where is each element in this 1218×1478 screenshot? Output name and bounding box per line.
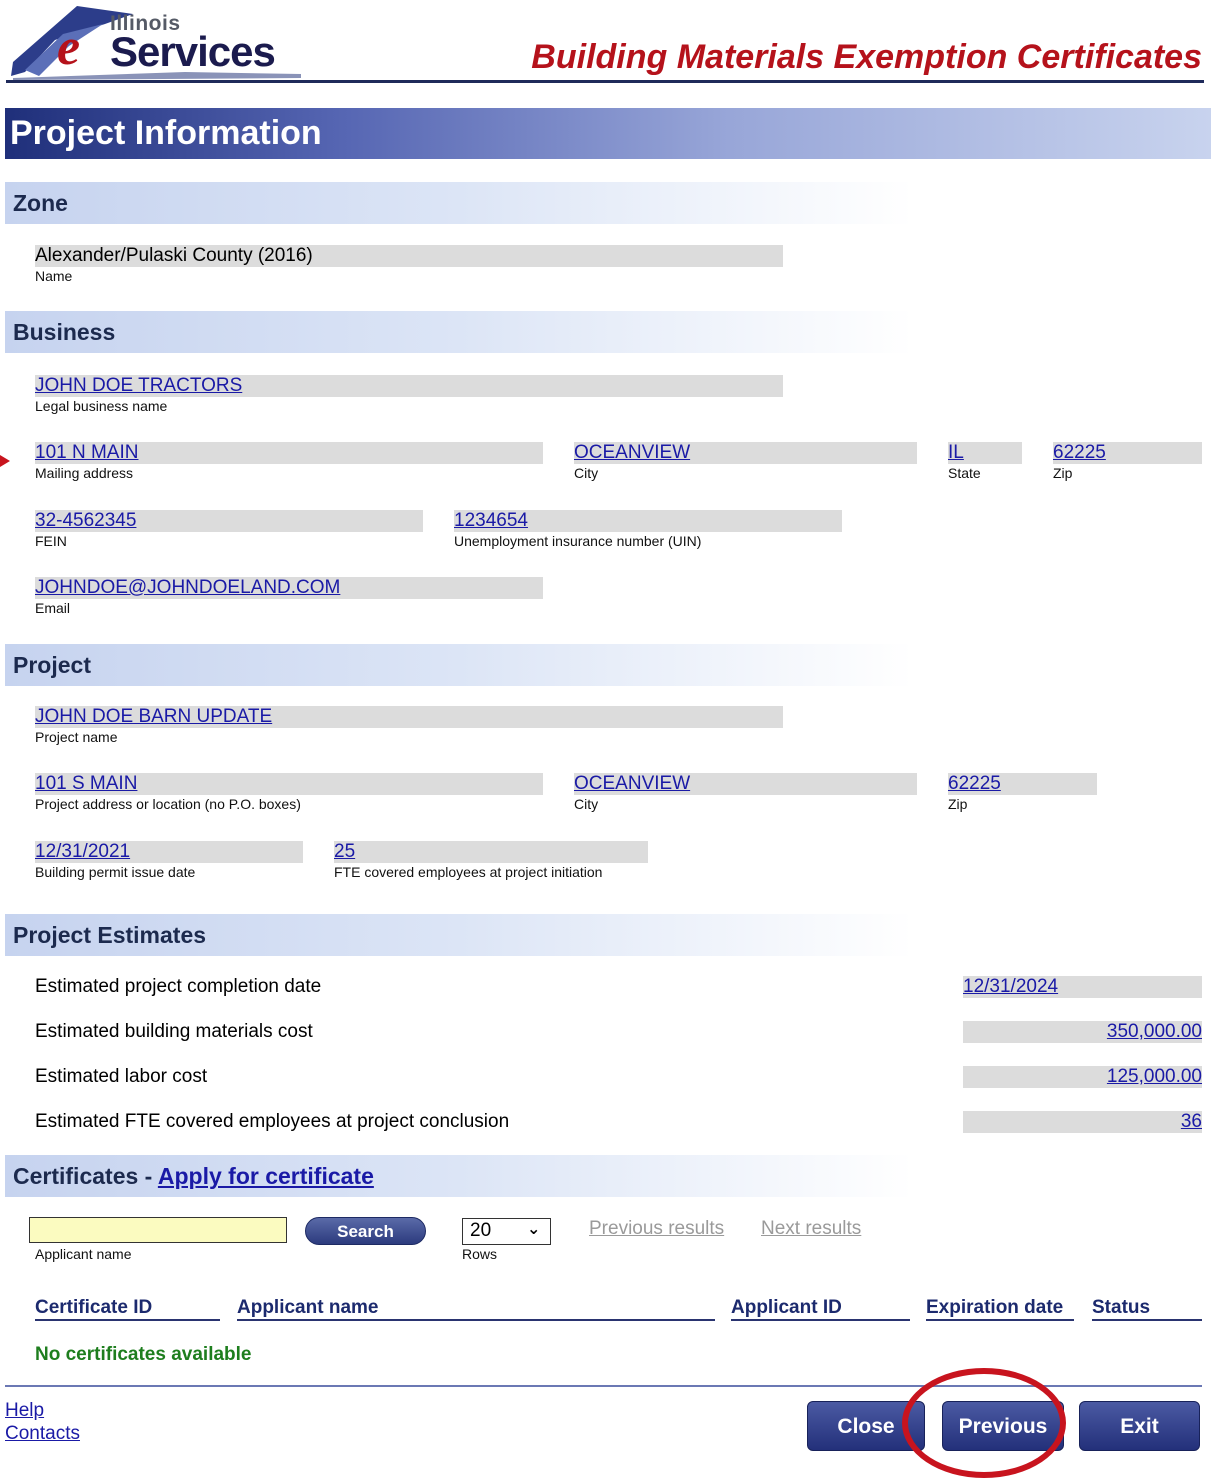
rows-label: Rows: [462, 1246, 498, 1262]
certificates-heading: Certificates -: [13, 1163, 158, 1189]
estimate-completion-date-link[interactable]: 12/31/2024: [963, 976, 1058, 998]
column-header-expiration-date[interactable]: Expiration date: [926, 1297, 1063, 1319]
help-link[interactable]: Help: [5, 1400, 44, 1422]
fte-initiation-field: [334, 841, 648, 863]
column-rule-applicant-id: [731, 1319, 910, 1321]
email-link[interactable]: JOHNDOE@JOHNDOELAND.COM: [35, 577, 340, 599]
business-zip-link[interactable]: 62225: [1053, 442, 1106, 464]
email-label: Email: [35, 600, 71, 616]
column-rule-expiration-date: [926, 1319, 1074, 1321]
legal-name-link[interactable]: JOHN DOE TRACTORS: [35, 375, 242, 397]
section-title-estimates: Project Estimates: [13, 922, 207, 948]
applicant-name-search-label: Applicant name: [35, 1246, 132, 1262]
business-state-link[interactable]: IL: [948, 442, 964, 464]
fte-initiation-label: FTE covered employees at project initiat…: [334, 864, 603, 880]
logo-e-letter: e: [57, 19, 81, 76]
chevron-down-icon: ⌄: [527, 1219, 541, 1238]
next-results-link[interactable]: Next results: [761, 1218, 861, 1240]
project-city-label: City: [574, 796, 599, 812]
business-city-label: City: [574, 465, 599, 481]
estimate-materials-cost-link[interactable]: 350,000.00: [1107, 1021, 1202, 1043]
legal-name-label: Legal business name: [35, 398, 168, 414]
previous-results-link[interactable]: Previous results: [589, 1218, 724, 1240]
estimate-label-materials-cost: Estimated building materials cost: [35, 1021, 313, 1042]
mailing-address-link[interactable]: 101 N MAIN: [35, 442, 138, 464]
column-header-status: Status: [1092, 1297, 1151, 1318]
section-title-business: Business: [13, 319, 116, 345]
fte-initiation-link[interactable]: 25: [334, 841, 355, 863]
exit-button[interactable]: Exit: [1079, 1401, 1200, 1451]
zone-name-label: Name: [35, 268, 73, 284]
column-header-applicant-id[interactable]: Applicant ID: [731, 1297, 842, 1319]
estimate-labor-cost-link[interactable]: 125,000.00: [1107, 1066, 1202, 1088]
business-state-label: State: [948, 465, 981, 481]
section-bar-zone: [5, 182, 913, 224]
permit-date-label: Building permit issue date: [35, 864, 196, 880]
annotation-arrow-icon: [0, 455, 10, 467]
logo-services-text: Services: [110, 28, 276, 75]
app-title: Building Materials Exemption Certificate…: [531, 38, 1202, 76]
column-rule-status: [1092, 1319, 1202, 1321]
estimate-label-labor-cost: Estimated labor cost: [35, 1066, 208, 1087]
uin-link[interactable]: 1234654: [454, 510, 528, 532]
project-zip-link[interactable]: 62225: [948, 773, 1001, 795]
permit-date-link[interactable]: 12/31/2021: [35, 841, 130, 863]
contacts-link[interactable]: Contacts: [5, 1423, 80, 1445]
estimate-fte-conclusion-link[interactable]: 36: [1181, 1111, 1202, 1133]
fein-link[interactable]: 32-4562345: [35, 510, 136, 532]
uin-label: Unemployment insurance number (UIN): [454, 533, 702, 549]
column-rule-certificate-id: [35, 1319, 220, 1321]
header-divider: [6, 80, 1204, 83]
page-title: Project Information: [10, 114, 322, 152]
column-header-certificate-id[interactable]: Certificate ID: [35, 1297, 152, 1319]
project-address-link[interactable]: 101 S MAIN: [35, 773, 137, 795]
zone-name-value: Alexander/Pulaski County (2016): [35, 245, 313, 266]
apply-for-certificate-link[interactable]: Apply for certificate: [158, 1163, 374, 1189]
project-name-label: Project name: [35, 729, 118, 745]
project-address-label: Project address or location (no P.O. box…: [35, 796, 301, 812]
column-rule-applicant-name: [237, 1319, 715, 1321]
section-bar-project: [5, 644, 913, 686]
estimate-fte-conclusion-field: [963, 1111, 1202, 1133]
business-city-link[interactable]: OCEANVIEW: [574, 442, 690, 464]
applicant-name-search-input[interactable]: [29, 1217, 287, 1243]
estimate-label-completion-date: Estimated project completion date: [35, 976, 322, 997]
no-certificates-message: No certificates available: [35, 1344, 252, 1365]
project-zip-label: Zip: [948, 796, 968, 812]
column-header-applicant-name[interactable]: Applicant name: [237, 1297, 378, 1319]
section-bar-business: [5, 311, 913, 353]
search-button[interactable]: Search: [305, 1217, 426, 1245]
estimate-label-fte-conclusion: Estimated FTE covered employees at proje…: [35, 1111, 510, 1132]
business-zip-label: Zip: [1053, 465, 1073, 481]
annotation-highlight-circle: [902, 1368, 1066, 1478]
fein-label: FEIN: [35, 533, 67, 549]
rows-select-value: 20: [470, 1220, 492, 1241]
section-title-project: Project: [13, 652, 91, 678]
mailing-address-label: Mailing address: [35, 465, 134, 481]
section-title-zone: Zone: [13, 190, 68, 216]
project-city-link[interactable]: OCEANVIEW: [574, 773, 690, 795]
section-title-certificates: Certificates - Apply for certificate: [13, 1163, 374, 1190]
project-name-link[interactable]: JOHN DOE BARN UPDATE: [35, 706, 272, 728]
